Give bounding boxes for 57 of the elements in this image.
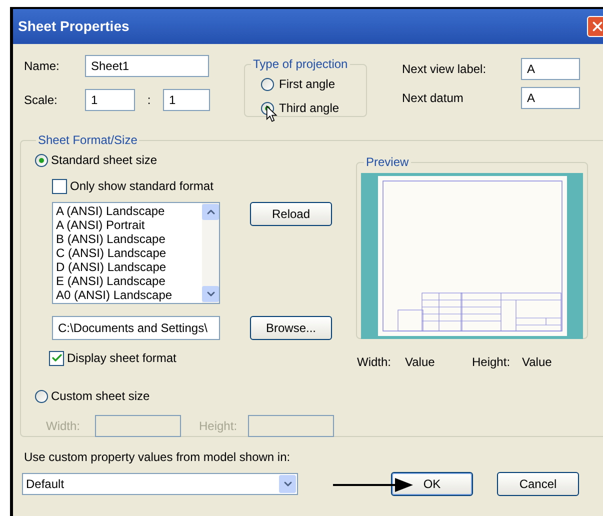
input-field[interactable]: A <box>521 58 580 80</box>
checkbox-label: Only show standard format <box>70 178 214 195</box>
preview-width-label: Width: <box>357 354 392 371</box>
dropdown-toggle[interactable] <box>279 475 296 493</box>
list-item[interactable]: C (ANSI) Landscape <box>56 246 202 260</box>
input-field[interactable]: A <box>521 87 580 109</box>
list-item[interactable]: A (ANSI) Portrait <box>56 218 202 232</box>
radio-button[interactable] <box>35 390 48 402</box>
input-field[interactable] <box>95 415 181 437</box>
field-label: Width: <box>46 418 82 435</box>
list-item[interactable]: B (ANSI) Landscape <box>56 232 202 246</box>
preview-height-label: Height: <box>472 354 512 371</box>
field-label: Next datum <box>402 90 464 107</box>
field-label: Scale: <box>24 92 58 109</box>
group-title: Preview <box>365 154 410 171</box>
ratio-separator: : <box>146 92 152 109</box>
configuration-dropdown[interactable]: Default <box>22 473 298 495</box>
ok-button[interactable]: OK <box>391 472 473 496</box>
dialog-button[interactable]: Reload <box>250 202 332 226</box>
dialog-button[interactable]: Browse... <box>250 316 332 340</box>
close-button[interactable] <box>587 16 603 37</box>
radio-button[interactable] <box>35 154 48 166</box>
list-item[interactable]: D (ANSI) Landscape <box>56 260 202 274</box>
model-prompt: Use custom property values from model shown in: <box>24 449 292 466</box>
dialog-button[interactable]: Cancel <box>497 472 579 496</box>
checkbox[interactable] <box>49 350 64 366</box>
radio-label: Custom sheet size <box>51 388 150 405</box>
checkbox-label: Display sheet format <box>67 350 176 367</box>
input-field[interactable]: 1 <box>85 89 135 111</box>
checkbox[interactable] <box>52 178 67 194</box>
group-title: Sheet Format/Size <box>37 132 138 149</box>
preview-height-value: Value <box>522 354 552 371</box>
check-icon <box>50 352 62 364</box>
list-item[interactable]: A (ANSI) Landscape <box>56 204 202 218</box>
scroll-up-button[interactable] <box>202 204 219 220</box>
scroll-down-button[interactable] <box>202 286 219 302</box>
input-field[interactable]: Sheet1 <box>85 55 209 77</box>
path-field[interactable]: C:\Documents and Settings\ <box>52 316 220 340</box>
mouse-cursor-icon <box>266 104 278 124</box>
field-label: Height: <box>199 418 238 435</box>
field-label: Name: <box>24 58 60 75</box>
radio-label: Standard sheet size <box>51 152 158 169</box>
input-field[interactable]: 1 <box>163 89 210 111</box>
radio-label: First angle <box>279 76 336 93</box>
field-label: Next view label: <box>402 61 488 78</box>
scrollbar[interactable] <box>202 203 219 303</box>
window-title: Sheet Properties <box>18 17 130 36</box>
input-field[interactable] <box>248 415 334 437</box>
dropdown-value: Default <box>26 476 64 493</box>
list-item[interactable]: A0 (ANSI) Landscape <box>56 288 202 302</box>
radio-button[interactable] <box>261 78 274 90</box>
list-item[interactable]: E (ANSI) Landscape <box>56 274 202 288</box>
radio-label: Third angle <box>279 100 340 117</box>
preview-width-value: Value <box>405 354 436 371</box>
close-icon <box>590 19 603 34</box>
format-list[interactable]: A (ANSI) Landscape A (ANSI) Portrait B (ANSI) Landscape C (ANSI) Landscape D (ANSI) Landscape E (ANSI) Landscape A0 (ANSI) Landscape <box>52 202 220 304</box>
group-title: Type of projection <box>252 56 349 73</box>
